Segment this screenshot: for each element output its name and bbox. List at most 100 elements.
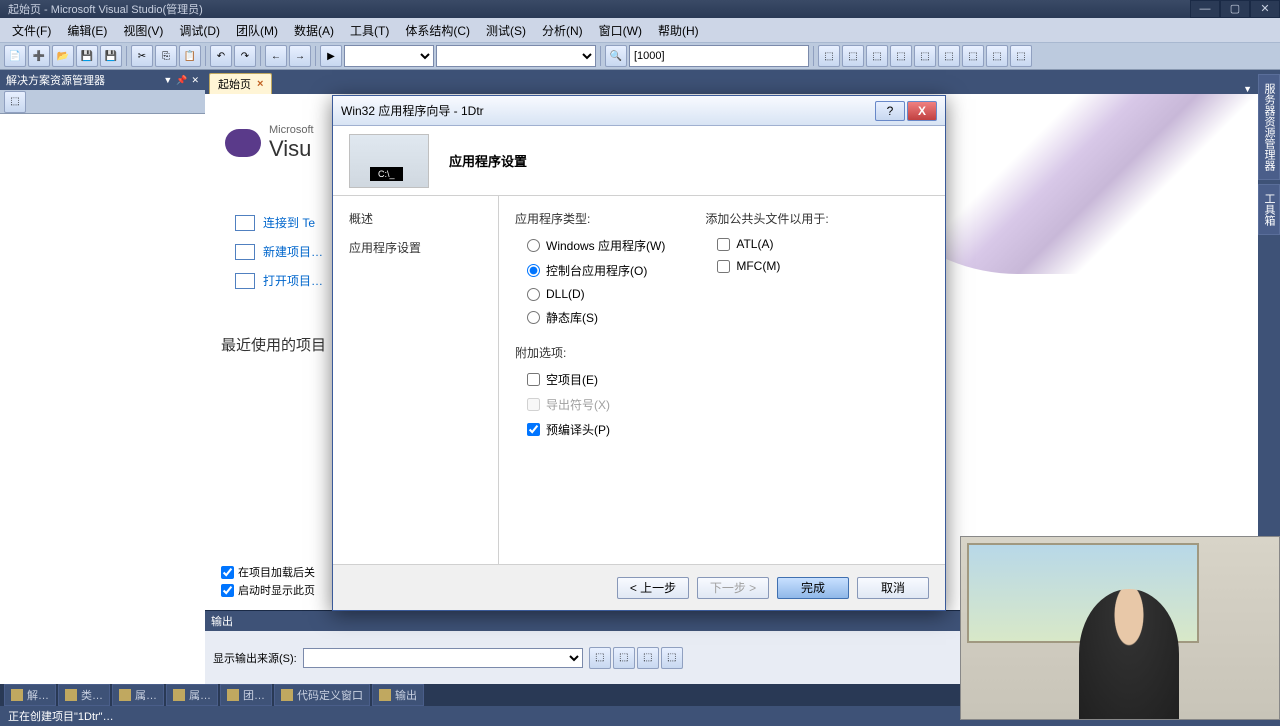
maximize-button[interactable]: ▢ [1220,0,1250,18]
menu-debug[interactable]: 调试(D) [171,20,228,41]
bottom-tab[interactable]: 解… [4,684,56,706]
save-icon[interactable]: 💾 [76,45,98,67]
add-item-icon[interactable]: ➕ [28,45,50,67]
panel-title: 解决方案资源管理器 [6,72,105,88]
check-mfc[interactable]: MFC(M) [705,257,828,275]
menu-window[interactable]: 窗口(W) [591,20,650,41]
tool-icon[interactable]: ⬚ [866,45,888,67]
separator [205,46,206,66]
common-headers-label: 添加公共头文件以用于: [705,210,828,227]
dialog-titlebar[interactable]: Win32 应用程序向导 - 1Dtr ? X [333,96,945,126]
help-button[interactable]: ? [875,101,905,121]
redo-icon[interactable]: ↷ [234,45,256,67]
output-tool-icon[interactable]: ⬚ [589,647,611,669]
menu-file[interactable]: 文件(F) [4,20,59,41]
bottom-tab[interactable]: 属… [166,684,218,706]
menu-team[interactable]: 团队(M) [228,20,286,41]
menu-test[interactable]: 测试(S) [478,20,534,41]
tool-icon[interactable]: ⬚ [962,45,984,67]
undo-icon[interactable]: ↶ [210,45,232,67]
copy-icon[interactable]: ⎘ [155,45,177,67]
start-debug-icon[interactable]: ▶ [320,45,342,67]
vs-logo: Microsoft Visu [225,124,314,162]
close-after-load-check[interactable]: 在项目加载后关 [221,564,315,580]
close-button[interactable]: ✕ [1250,0,1280,18]
document-tabs: 起始页 × ▼ [205,70,1258,94]
output-tool-icon[interactable]: ⬚ [661,647,683,669]
nav-back-icon[interactable]: ← [265,45,287,67]
tool-icon[interactable]: ⬚ [890,45,912,67]
solution-explorer-panel: 解决方案资源管理器 ▼ 📌 ✕ ⬚ [0,70,205,684]
radio-dll[interactable]: DLL(D) [515,285,665,303]
menu-edit[interactable]: 编辑(E) [59,20,115,41]
show-on-startup-check[interactable]: 启动时显示此页 [221,582,315,598]
menu-data[interactable]: 数据(A) [286,20,342,41]
nav-forward-icon[interactable]: → [289,45,311,67]
output-tool-icon[interactable]: ⬚ [637,647,659,669]
solution-tree[interactable] [0,114,205,684]
connect-icon [235,215,255,231]
tool-icon[interactable]: ⬚ [914,45,936,67]
radio-static-lib[interactable]: 静态库(S) [515,307,665,328]
bottom-tab[interactable]: 输出 [372,684,424,706]
tool-icon[interactable]: ⬚ [938,45,960,67]
bottom-tab[interactable]: 类… [58,684,110,706]
additional-options-label: 附加选项: [515,344,665,361]
properties-icon[interactable]: ⬚ [4,91,26,113]
open-project-link[interactable]: 打开项目… [235,272,323,289]
radio-windows-app[interactable]: Windows 应用程序(W) [515,235,665,256]
connect-team-link[interactable]: 连接到 Te [235,214,323,231]
menu-help[interactable]: 帮助(H) [650,20,707,41]
close-icon[interactable]: ✕ [191,75,199,86]
dialog-footer: < 上一步 下一步 > 完成 取消 [333,564,945,610]
save-all-icon[interactable]: 💾 [100,45,122,67]
menu-tools[interactable]: 工具(T) [342,20,397,41]
prev-button[interactable]: < 上一步 [617,577,689,599]
tool-icon[interactable]: ⬚ [842,45,864,67]
dialog-banner: 应用程序设置 [333,126,945,196]
bottom-tab[interactable]: 团… [220,684,272,706]
tab-icon [65,689,77,701]
bottom-tab[interactable]: 代码定义窗口 [274,684,370,706]
main-toolbar: 📄 ➕ 📂 💾 💾 ✂ ⎘ 📋 ↶ ↷ ← → ▶ 🔍 ⬚ ⬚ ⬚ ⬚ ⬚ ⬚ … [0,42,1280,70]
check-empty-project[interactable]: 空项目(E) [515,369,665,390]
finish-button[interactable]: 完成 [777,577,849,599]
tab-overflow-icon[interactable]: ▼ [1237,84,1258,94]
output-source-combo[interactable] [303,648,583,668]
tab-start-page[interactable]: 起始页 × [209,73,272,94]
open-icon[interactable]: 📂 [52,45,74,67]
find-icon[interactable]: 🔍 [605,45,627,67]
tool-icon[interactable]: ⬚ [818,45,840,67]
menu-architecture[interactable]: 体系结构(C) [397,20,478,41]
pin-icon[interactable]: 📌 [176,75,187,86]
config-combo[interactable] [344,45,434,67]
sidebar-overview[interactable]: 概述 [349,210,482,227]
sidebar-app-settings[interactable]: 应用程序设置 [349,239,482,256]
output-tool-icon[interactable]: ⬚ [613,647,635,669]
check-atl[interactable]: ATL(A) [705,235,828,253]
check-precompiled-header[interactable]: 预编译头(P) [515,419,665,440]
cut-icon[interactable]: ✂ [131,45,153,67]
new-project-icon[interactable]: 📄 [4,45,26,67]
tab-icon [119,689,131,701]
minimize-button[interactable]: — [1190,0,1220,18]
cancel-button[interactable]: 取消 [857,577,929,599]
toolbox-tab[interactable]: 工具箱 [1258,184,1280,235]
menu-view[interactable]: 视图(V) [115,20,171,41]
bottom-tab[interactable]: 属… [112,684,164,706]
platform-combo[interactable] [436,45,596,67]
radio-console-app[interactable]: 控制台应用程序(O) [515,260,665,281]
menu-analyze[interactable]: 分析(N) [534,20,591,41]
dropdown-icon[interactable]: ▼ [163,75,172,86]
paste-icon[interactable]: 📋 [179,45,201,67]
tool-icon[interactable]: ⬚ [986,45,1008,67]
tool-icon[interactable]: ⬚ [1010,45,1032,67]
dialog-close-button[interactable]: X [907,101,937,121]
tab-icon [281,689,293,701]
new-project-link[interactable]: 新建项目… [235,243,323,260]
tab-label: 起始页 [218,76,251,92]
tab-close-icon[interactable]: × [257,78,263,90]
find-combo[interactable] [629,45,809,67]
solution-toolbar: ⬚ [0,90,205,114]
server-explorer-tab[interactable]: 服务器资源管理器 [1258,74,1280,180]
